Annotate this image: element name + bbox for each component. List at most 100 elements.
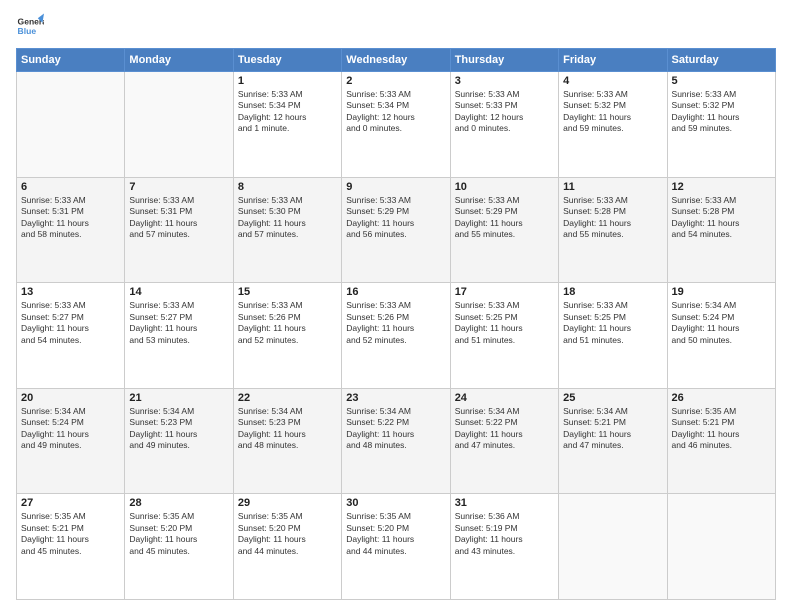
- day-number: 28: [129, 497, 228, 509]
- day-number: 21: [129, 392, 228, 404]
- calendar-cell: 22 Sunrise: 5:34 AM Sunset: 5:23 PM Dayli…: [233, 388, 341, 494]
- day-number: 12: [672, 181, 771, 193]
- day-number: 14: [129, 286, 228, 298]
- day-number: 3: [455, 75, 554, 87]
- day-info: Sunrise: 5:33 AM Sunset: 5:27 PM Dayligh…: [21, 300, 120, 346]
- calendar-cell: 31 Sunrise: 5:36 AM Sunset: 5:19 PM Dayli…: [450, 494, 558, 600]
- day-info: Sunrise: 5:35 AM Sunset: 5:20 PM Dayligh…: [238, 511, 337, 557]
- calendar-cell: 23 Sunrise: 5:34 AM Sunset: 5:22 PM Dayli…: [342, 388, 450, 494]
- calendar-cell: 10 Sunrise: 5:33 AM Sunset: 5:29 PM Dayli…: [450, 177, 558, 283]
- calendar-cell: 1 Sunrise: 5:33 AM Sunset: 5:34 PM Daylig…: [233, 72, 341, 178]
- calendar-cell: 24Sunrise: 5:34 AM Sunset: 5:22 PM Dayli…: [450, 388, 558, 494]
- calendar-cell: 4 Sunrise: 5:33 AM Sunset: 5:32 PM Daylig…: [559, 72, 667, 178]
- day-info: Sunrise: 5:33 AM Sunset: 5:33 PM Dayligh…: [455, 89, 554, 135]
- day-number: 22: [238, 392, 337, 404]
- day-number: 16: [346, 286, 445, 298]
- calendar-cell: 2Sunrise: 5:33 AM Sunset: 5:34 PM Daylig…: [342, 72, 450, 178]
- day-info: Sunrise: 5:33 AM Sunset: 5:25 PM Dayligh…: [455, 300, 554, 346]
- calendar-week-1: 1 Sunrise: 5:33 AM Sunset: 5:34 PM Daylig…: [17, 72, 776, 178]
- day-info: Sunrise: 5:34 AM Sunset: 5:23 PM Dayligh…: [238, 406, 337, 452]
- day-number: 8: [238, 181, 337, 193]
- day-info: Sunrise: 5:33 AM Sunset: 5:32 PM Dayligh…: [563, 89, 662, 135]
- calendar-cell: 19Sunrise: 5:34 AM Sunset: 5:24 PM Dayli…: [667, 283, 775, 389]
- calendar-week-5: 27Sunrise: 5:35 AM Sunset: 5:21 PM Dayli…: [17, 494, 776, 600]
- day-number: 29: [238, 497, 337, 509]
- day-number: 11: [563, 181, 662, 193]
- day-number: 17: [455, 286, 554, 298]
- weekday-header-friday: Friday: [559, 49, 667, 72]
- calendar-cell: 12 Sunrise: 5:33 AM Sunset: 5:28 PM Dayli…: [667, 177, 775, 283]
- calendar-cell: 18Sunrise: 5:33 AM Sunset: 5:25 PM Dayli…: [559, 283, 667, 389]
- calendar-week-3: 13 Sunrise: 5:33 AM Sunset: 5:27 PM Dayli…: [17, 283, 776, 389]
- day-number: 15: [238, 286, 337, 298]
- day-info: Sunrise: 5:33 AM Sunset: 5:30 PM Dayligh…: [238, 195, 337, 241]
- day-number: 7: [129, 181, 228, 193]
- day-info: Sunrise: 5:34 AM Sunset: 5:22 PM Dayligh…: [455, 406, 554, 452]
- weekday-header-wednesday: Wednesday: [342, 49, 450, 72]
- calendar-week-2: 6 Sunrise: 5:33 AM Sunset: 5:31 PM Daylig…: [17, 177, 776, 283]
- day-info: Sunrise: 5:35 AM Sunset: 5:21 PM Dayligh…: [21, 511, 120, 557]
- day-info: Sunrise: 5:34 AM Sunset: 5:24 PM Dayligh…: [21, 406, 120, 452]
- day-info: Sunrise: 5:33 AM Sunset: 5:29 PM Dayligh…: [346, 195, 445, 241]
- day-number: 4: [563, 75, 662, 87]
- day-number: 2: [346, 75, 445, 87]
- day-info: Sunrise: 5:35 AM Sunset: 5:20 PM Dayligh…: [129, 511, 228, 557]
- calendar-cell: 3 Sunrise: 5:33 AM Sunset: 5:33 PM Daylig…: [450, 72, 558, 178]
- day-info: Sunrise: 5:33 AM Sunset: 5:31 PM Dayligh…: [21, 195, 120, 241]
- calendar-cell: 15 Sunrise: 5:33 AM Sunset: 5:26 PM Dayli…: [233, 283, 341, 389]
- day-info: Sunrise: 5:33 AM Sunset: 5:27 PM Dayligh…: [129, 300, 228, 346]
- day-info: Sunrise: 5:33 AM Sunset: 5:25 PM Dayligh…: [563, 300, 662, 346]
- day-number: 19: [672, 286, 771, 298]
- svg-text:Blue: Blue: [18, 26, 37, 36]
- calendar-cell: 5Sunrise: 5:33 AM Sunset: 5:32 PM Daylig…: [667, 72, 775, 178]
- calendar-cell: 16Sunrise: 5:33 AM Sunset: 5:26 PM Dayli…: [342, 283, 450, 389]
- calendar-cell: [125, 72, 233, 178]
- day-info: Sunrise: 5:34 AM Sunset: 5:21 PM Dayligh…: [563, 406, 662, 452]
- calendar-cell: 29 Sunrise: 5:35 AM Sunset: 5:20 PM Dayli…: [233, 494, 341, 600]
- day-info: Sunrise: 5:33 AM Sunset: 5:26 PM Dayligh…: [238, 300, 337, 346]
- calendar-cell: 14 Sunrise: 5:33 AM Sunset: 5:27 PM Dayli…: [125, 283, 233, 389]
- calendar-cell: 28 Sunrise: 5:35 AM Sunset: 5:20 PM Dayli…: [125, 494, 233, 600]
- calendar-cell: 27Sunrise: 5:35 AM Sunset: 5:21 PM Dayli…: [17, 494, 125, 600]
- calendar-table: SundayMondayTuesdayWednesdayThursdayFrid…: [16, 48, 776, 600]
- day-info: Sunrise: 5:33 AM Sunset: 5:32 PM Dayligh…: [672, 89, 771, 135]
- weekday-header-sunday: Sunday: [17, 49, 125, 72]
- day-number: 6: [21, 181, 120, 193]
- header: General Blue: [16, 12, 776, 40]
- day-info: Sunrise: 5:33 AM Sunset: 5:28 PM Dayligh…: [672, 195, 771, 241]
- day-number: 30: [346, 497, 445, 509]
- day-number: 10: [455, 181, 554, 193]
- logo-icon: General Blue: [16, 12, 44, 40]
- day-number: 31: [455, 497, 554, 509]
- weekday-header-monday: Monday: [125, 49, 233, 72]
- calendar-cell: 13 Sunrise: 5:33 AM Sunset: 5:27 PM Dayli…: [17, 283, 125, 389]
- calendar-cell: 26Sunrise: 5:35 AM Sunset: 5:21 PM Dayli…: [667, 388, 775, 494]
- calendar-cell: [17, 72, 125, 178]
- day-number: 9: [346, 181, 445, 193]
- day-number: 13: [21, 286, 120, 298]
- day-info: Sunrise: 5:33 AM Sunset: 5:29 PM Dayligh…: [455, 195, 554, 241]
- day-number: 20: [21, 392, 120, 404]
- calendar-cell: 7 Sunrise: 5:33 AM Sunset: 5:31 PM Daylig…: [125, 177, 233, 283]
- day-info: Sunrise: 5:35 AM Sunset: 5:20 PM Dayligh…: [346, 511, 445, 557]
- logo: General Blue: [16, 12, 44, 40]
- calendar-cell: 25 Sunrise: 5:34 AM Sunset: 5:21 PM Dayli…: [559, 388, 667, 494]
- day-number: 25: [563, 392, 662, 404]
- day-number: 23: [346, 392, 445, 404]
- weekday-header-saturday: Saturday: [667, 49, 775, 72]
- calendar-cell: 11Sunrise: 5:33 AM Sunset: 5:28 PM Dayli…: [559, 177, 667, 283]
- calendar-cell: 8 Sunrise: 5:33 AM Sunset: 5:30 PM Daylig…: [233, 177, 341, 283]
- day-info: Sunrise: 5:36 AM Sunset: 5:19 PM Dayligh…: [455, 511, 554, 557]
- calendar-header-row: SundayMondayTuesdayWednesdayThursdayFrid…: [17, 49, 776, 72]
- calendar-cell: 17 Sunrise: 5:33 AM Sunset: 5:25 PM Dayli…: [450, 283, 558, 389]
- day-info: Sunrise: 5:34 AM Sunset: 5:22 PM Dayligh…: [346, 406, 445, 452]
- day-info: Sunrise: 5:34 AM Sunset: 5:23 PM Dayligh…: [129, 406, 228, 452]
- calendar-cell: [559, 494, 667, 600]
- day-info: Sunrise: 5:33 AM Sunset: 5:31 PM Dayligh…: [129, 195, 228, 241]
- calendar-cell: 9 Sunrise: 5:33 AM Sunset: 5:29 PM Daylig…: [342, 177, 450, 283]
- day-info: Sunrise: 5:33 AM Sunset: 5:34 PM Dayligh…: [238, 89, 337, 135]
- calendar-week-4: 20 Sunrise: 5:34 AM Sunset: 5:24 PM Dayli…: [17, 388, 776, 494]
- calendar-cell: 20 Sunrise: 5:34 AM Sunset: 5:24 PM Dayli…: [17, 388, 125, 494]
- day-info: Sunrise: 5:35 AM Sunset: 5:21 PM Dayligh…: [672, 406, 771, 452]
- day-number: 1: [238, 75, 337, 87]
